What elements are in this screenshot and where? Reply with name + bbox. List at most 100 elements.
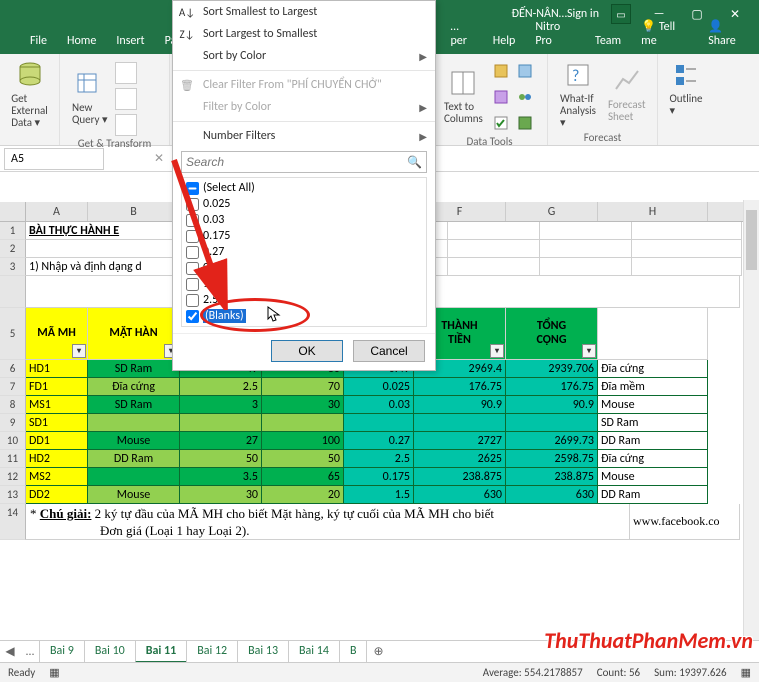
cell[interactable]: 27 [180,432,262,450]
sheet-tab[interactable]: Bai 9 [39,641,85,663]
filter-checkbox[interactable] [186,198,199,211]
cell[interactable]: 1.5 [344,486,414,504]
sheet-tab[interactable]: Bai 10 [84,641,136,663]
recent-sources-button[interactable] [115,114,137,136]
filter-option[interactable]: 0.49 [186,260,422,276]
cell[interactable]: HD1 [26,360,88,378]
ok-button[interactable]: OK [271,340,343,362]
filter-checkbox[interactable] [186,214,199,227]
flash-fill-button[interactable] [490,60,512,82]
data-validation-button[interactable] [490,112,512,134]
row-header[interactable]: 11 [0,450,26,468]
filter-checkbox[interactable] [186,310,199,323]
macro-record-icon[interactable]: ▦ [49,666,59,679]
filter-option[interactable]: (Select All) [186,180,422,196]
cell[interactable]: Mouse [598,468,708,486]
row-header[interactable]: 8 [0,396,26,414]
cell[interactable] [414,414,506,432]
cell[interactable]: BÀI THỰC HÀNH E [26,222,180,240]
cell[interactable]: 2.5 [344,450,414,468]
outline-button[interactable]: Outline ▾ [664,57,708,119]
tab-developer-partial[interactable]: …per [440,15,482,54]
col-header-B[interactable]: B [88,202,180,221]
filter-button[interactable]: ▾ [72,344,86,358]
cell[interactable] [262,414,344,432]
col-header-G[interactable]: G [506,202,598,221]
new-query-button[interactable]: New Query ▾ [66,57,114,137]
tab-nitro-pro[interactable]: Nitro Pro [525,15,585,54]
vertical-scrollbar[interactable] [743,200,759,640]
cell[interactable] [506,414,598,432]
cell[interactable]: DD Ram [88,450,180,468]
filter-checkbox[interactable] [186,294,199,307]
filter-option[interactable]: 1.5 [186,276,422,292]
tab-file[interactable]: File [20,29,57,54]
row-header[interactable]: 14 [0,504,26,540]
cell[interactable]: 0.03 [344,396,414,414]
filter-checkbox[interactable] [186,262,199,275]
row-header[interactable]: 2 [0,240,26,258]
cell[interactable]: Đĩa cứng [598,360,708,378]
cell[interactable]: 630 [506,486,598,504]
cell[interactable]: 90.9 [506,396,598,414]
view-normal-icon[interactable]: ▦ [741,666,751,679]
cell[interactable]: 176.75 [414,378,506,396]
row-header[interactable]: 12 [0,468,26,486]
cell[interactable]: SD Ram [88,396,180,414]
consolidate-button[interactable] [514,60,536,82]
cell[interactable]: 65 [262,468,344,486]
cell[interactable]: 50 [262,450,344,468]
from-table-button[interactable] [115,88,137,110]
tab-home[interactable]: Home [57,29,106,54]
whatif-analysis-button[interactable]: ? What-If Analysis ▾ [554,57,602,131]
show-queries-button[interactable] [115,62,137,84]
filter-option[interactable]: 0.025 [186,196,422,212]
number-filters-item[interactable]: Number Filters ▶ [173,125,435,147]
cell[interactable] [180,414,262,432]
manage-data-model-button[interactable] [514,112,536,134]
filter-button[interactable]: ▾ [582,344,596,358]
cell[interactable]: 2727 [414,432,506,450]
sheet-tab[interactable]: Bai 11 [135,641,187,663]
cell[interactable]: 70 [262,378,344,396]
cell[interactable]: 176.75 [506,378,598,396]
row-header[interactable]: 5 [0,308,26,360]
row-header[interactable]: 1 [0,222,26,240]
filter-checkbox[interactable] [186,230,199,243]
filter-search-box[interactable]: 🔍 [181,151,427,173]
sort-by-color-item[interactable]: Sort by Color ▶ [173,45,435,67]
tab-help[interactable]: Help [483,29,526,54]
row-header[interactable]: 10 [0,432,26,450]
cell[interactable]: 20 [262,486,344,504]
cell[interactable]: www.facebook.co [630,504,740,540]
cell[interactable]: DD Ram [598,432,708,450]
cell[interactable]: SD1 [26,414,88,432]
row-header[interactable]: 6 [0,360,26,378]
cell[interactable]: 90.9 [414,396,506,414]
cell[interactable]: 238.875 [506,468,598,486]
cell[interactable]: 2598.75 [506,450,598,468]
sheet-tab[interactable]: Bai 13 [237,641,289,663]
sheet-nav-prev[interactable]: ◀ [0,644,20,659]
cell[interactable] [88,414,180,432]
name-box[interactable]: A5 [4,148,104,170]
cell[interactable]: 3.5 [180,468,262,486]
col-tong-cong[interactable]: TỔNG CỘNG▾ [506,308,598,360]
cell[interactable] [344,414,414,432]
relationships-button[interactable] [514,86,536,108]
sheet-tab[interactable]: Bai 12 [186,641,238,663]
row-header[interactable]: 7 [0,378,26,396]
cell[interactable]: SD Ram [88,360,180,378]
sheet-tab[interactable]: Bai 14 [288,641,340,663]
cell[interactable]: DD Ram [598,486,708,504]
cell[interactable]: MS1 [26,396,88,414]
cell[interactable]: Đĩa cứng [598,450,708,468]
cell[interactable]: Mouse [88,432,180,450]
filter-checkbox[interactable] [186,246,199,259]
cell[interactable]: Đĩa cứng [88,378,180,396]
cell[interactable]: DD1 [26,432,88,450]
tab-tell-me[interactable]: 💡 Tell me [631,14,698,54]
select-all-corner[interactable] [0,202,26,221]
cell[interactable]: 2625 [414,450,506,468]
cell[interactable]: MS2 [26,468,88,486]
